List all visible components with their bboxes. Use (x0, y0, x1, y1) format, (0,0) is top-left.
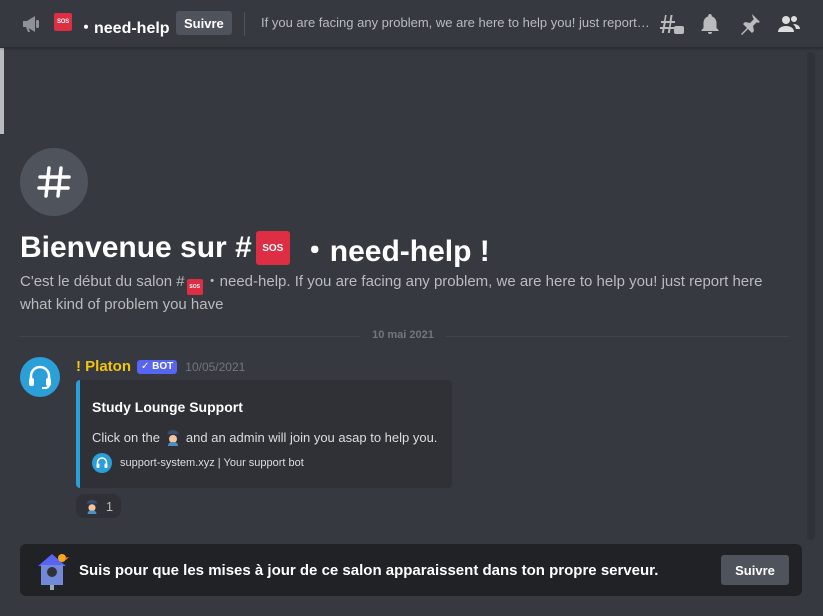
follow-bar-text: Suis pour que les mises à jour de ce sal… (79, 562, 659, 579)
date-divider-line (20, 336, 360, 337)
footer-headset-icon (92, 453, 112, 473)
sos-emoji-icon: SOS (255, 231, 290, 265)
embed-desc-before: Click on the (92, 429, 160, 445)
headset-icon (29, 365, 51, 389)
welcome-title-suffix: ・need-help ! (299, 235, 490, 268)
embed-footer-text: support-system.xyz | Your support bot (120, 457, 304, 469)
sos-emoji-icon: SOS (54, 13, 72, 31)
detective-emoji-icon (165, 430, 180, 446)
date-divider-line (446, 336, 788, 337)
embed-footer: support-system.xyz | Your support bot (92, 453, 304, 473)
embed-title: Study Lounge Support (92, 399, 243, 415)
follow-channel-bar: Suis pour que les mises à jour de ce sal… (20, 544, 802, 596)
channel-header: SOS ・need-help Suivre If you are facing … (0, 0, 823, 48)
pin-icon[interactable] (738, 12, 762, 36)
author-name[interactable]: ! Platon (76, 358, 131, 375)
welcome-description: C'est le début du salon # SOS ・need-help. … (20, 272, 790, 315)
threads-icon[interactable] (660, 12, 684, 36)
embed-description: Click on the and an admin will join you … (92, 428, 437, 446)
channel-topic[interactable]: If you are facing any problem, we are he… (261, 15, 651, 30)
channel-name: ・need-help (78, 20, 170, 37)
message-header: ! Platon ✓ BOT 10/05/2021 (76, 358, 245, 375)
reaction-count: 1 (105, 498, 114, 514)
announcement-channel-icon (23, 16, 39, 32)
follow-button[interactable]: Suivre (721, 555, 789, 585)
detective-emoji-icon (85, 499, 99, 514)
bird-house-icon (38, 554, 69, 590)
members-icon[interactable] (777, 12, 801, 36)
message-embed: Study Lounge Support Click on the and an… (76, 380, 452, 488)
bell-icon[interactable] (698, 12, 722, 36)
welcome-title: Bienvenue sur # SOS ・need-help ! (20, 226, 490, 270)
headset-icon (96, 457, 108, 468)
bot-tag: ✓ BOT (137, 359, 178, 374)
channel-hash-icon (20, 148, 88, 216)
header-divider (244, 12, 245, 36)
sos-emoji-icon: SOS (186, 279, 203, 295)
message-scrollbar[interactable] (807, 52, 815, 540)
welcome-desc-prefix: C'est le début du salon # (20, 273, 185, 290)
avatar[interactable] (20, 357, 60, 397)
welcome-title-prefix: Bienvenue sur # (20, 231, 252, 264)
reaction-button[interactable]: 1 (76, 494, 121, 518)
hashtag-icon (37, 166, 71, 198)
header-follow-button[interactable]: Suivre (176, 11, 232, 35)
embed-desc-after: and an admin will join you asap to help … (185, 429, 438, 445)
message-timestamp[interactable]: 10/05/2021 (185, 360, 245, 374)
date-divider: 10 mai 2021 (372, 329, 434, 341)
